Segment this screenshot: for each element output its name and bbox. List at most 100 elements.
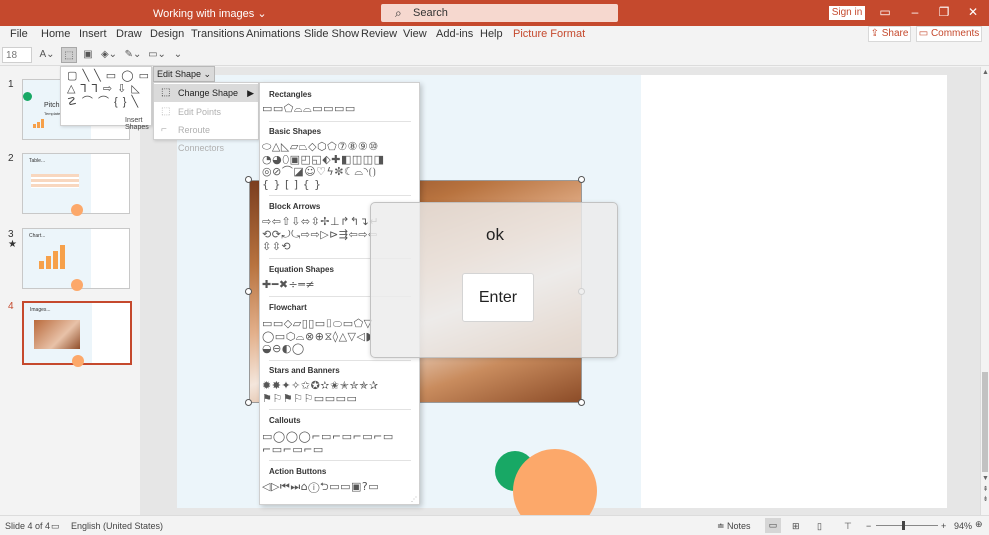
scroll-up-icon[interactable]: ▲ — [981, 69, 989, 76]
change-shape-menu-item[interactable]: ⬚ Change Shape ▶ — [154, 84, 258, 102]
notes-button[interactable]: ≐ Notes — [717, 521, 751, 532]
zoom-in-button[interactable]: + — [941, 521, 946, 531]
gallery-resize-grip-icon[interactable]: ⋰ — [411, 496, 417, 503]
slide-thumbnail-4[interactable]: Images... — [22, 301, 132, 367]
thumb-green-dot — [23, 92, 32, 101]
text-box-icon[interactable]: ▣ — [81, 47, 95, 63]
zoom-level[interactable]: 94% — [954, 521, 972, 531]
section-title-rectangles: Rectangles — [269, 90, 312, 99]
resize-handle[interactable] — [245, 176, 252, 183]
menu-item-label: Reroute Connectors — [178, 125, 225, 153]
on-screen-keyboard: ok Enter — [370, 202, 618, 358]
share-label: Share — [881, 28, 909, 39]
search-placeholder: Search — [413, 7, 448, 19]
customize-toolbar-icon[interactable]: ⌄ — [172, 47, 184, 63]
reroute-connectors-menu-item[interactable]: ⌐ Reroute Connectors — [154, 121, 258, 153]
thumb-orange-dot — [71, 279, 83, 291]
resize-handle[interactable] — [578, 399, 585, 406]
restore-button[interactable]: ❐ — [937, 5, 951, 19]
slide-sorter-icon[interactable]: ⊞ — [792, 521, 800, 532]
basic-shapes-grid[interactable]: ⬭△◺▱⏢◇⬡⬠⑦⑧⑨⑩ ◔◕⬯▣◰◱⬖✚◧◫◫◨ ◎⊘⌒◪☺♡ϟ✼☾⌓◝⟮⟯ … — [262, 140, 418, 191]
edit-shape-label: Edit Shape ⌄ — [157, 69, 212, 79]
callouts-grid[interactable]: ▭◯◯◯⌐▭⌐▭⌐▭⌐▭ ⌐▭⌐▭⌐▭ — [262, 430, 418, 456]
shape-row[interactable]: ▢ ╲ ╲ ▭ ◯ ▭ — [67, 70, 151, 83]
action-buttons-grid[interactable]: ◁▷⏮⏭⌂ⓘ⮌▭▭▣?▭ — [262, 480, 418, 494]
tab-insert[interactable]: Insert — [79, 28, 107, 40]
fit-to-window-icon[interactable]: ⊕ — [975, 519, 983, 530]
edit-shape-button[interactable]: Edit Shape ⌄ — [153, 66, 215, 82]
edit-points-menu-item[interactable]: ⬚ Edit Points — [154, 103, 258, 121]
tab-slide-show[interactable]: Slide Show — [304, 28, 359, 40]
zoom-slider-thumb[interactable] — [902, 521, 905, 530]
document-title[interactable]: Working with images ⌄ — [153, 7, 267, 20]
tab-review[interactable]: Review — [361, 28, 397, 40]
tab-file[interactable]: File — [10, 28, 28, 40]
insert-shapes-grid[interactable]: ▢ ╲ ╲ ▭ ◯ ▭ △ ⅂ ⅂ ⇨ ⇩ ◺ ☡ ⌒ ⌒ { } ╲ — [67, 70, 151, 109]
share-icon: ⇪ — [870, 28, 882, 39]
tab-home[interactable]: Home — [41, 28, 70, 40]
separator — [269, 409, 411, 410]
vertical-scrollbar[interactable]: ▲ ▼ ⇞ ⇟ — [980, 67, 989, 515]
menu-item-label: Change Shape — [178, 88, 239, 98]
sign-in-button[interactable]: Sign in — [829, 6, 865, 20]
shape-row[interactable]: ☡ ⌒ ⌒ { } ╲ — [67, 96, 151, 109]
shape-outline-icon[interactable]: ✎⌄ — [124, 47, 142, 63]
section-title-basic-shapes: Basic Shapes — [269, 127, 322, 136]
stars-and-banners-grid[interactable]: ✹✸✦✧✩✪✫✬✭✮✯✰ ⚑⚐⚑⚐⚐▭▭▭▭ — [262, 379, 418, 405]
slide-thumbnail-3[interactable]: Chart... — [22, 228, 130, 291]
previous-slide-icon[interactable]: ⇞ — [981, 485, 989, 493]
resize-handle[interactable] — [245, 399, 252, 406]
section-title-action-buttons: Action Buttons — [269, 467, 327, 476]
scrollbar-thumb[interactable] — [982, 372, 988, 472]
thumb-orange-dot — [72, 355, 84, 367]
reading-view-icon[interactable]: ▯ — [817, 521, 822, 532]
shape-row[interactable]: △ ⅂ ⅂ ⇨ ⇩ ◺ — [67, 83, 151, 96]
zoom-slider-track[interactable] — [876, 525, 938, 526]
slideshow-view-icon[interactable]: ⊤ — [844, 521, 852, 532]
resize-handle[interactable] — [578, 176, 585, 183]
tab-view[interactable]: View — [403, 28, 427, 40]
resize-handle[interactable] — [245, 288, 252, 295]
comments-button[interactable]: ▭ Comments — [916, 26, 982, 42]
tab-transitions[interactable]: Transitions — [191, 28, 244, 40]
next-slide-icon[interactable]: ⇟ — [981, 495, 989, 503]
minimize-button[interactable]: – — [908, 5, 922, 19]
thumb-title: Table... — [29, 158, 46, 164]
menu-item-label: Edit Points — [178, 107, 222, 117]
shape-effects-icon[interactable]: ▭⌄ — [148, 47, 166, 63]
language-indicator[interactable]: English (United States) — [71, 521, 163, 531]
font-size-box[interactable]: 18 — [2, 47, 32, 63]
tab-help[interactable]: Help — [480, 28, 503, 40]
tab-picture-format[interactable]: Picture Format — [513, 28, 585, 40]
slide-number: 1 — [8, 79, 14, 90]
accessibility-icon[interactable]: ▭ — [51, 521, 60, 532]
enter-key[interactable]: Enter — [462, 273, 534, 322]
thumb-chart-icon — [39, 245, 69, 269]
tab-draw[interactable]: Draw — [116, 28, 142, 40]
ribbon-display-icon[interactable]: ▭ — [878, 5, 892, 19]
edit-points-icon: ⬚ — [161, 106, 171, 117]
slide-thumbnail-2[interactable]: Table... — [22, 153, 130, 216]
notes-label: Notes — [727, 521, 751, 531]
ribbon: 18 A⌄ ⬚ ▣ ◈⌄ ✎⌄ ▭⌄ ⌄ — [0, 44, 989, 66]
close-button[interactable]: ✕ — [966, 5, 980, 19]
thumb-title: Images... — [30, 307, 51, 313]
edit-shape-menu: ⬚ Change Shape ▶ ⬚ Edit Points ⌐ Reroute… — [153, 82, 259, 153]
edit-shape-icon[interactable]: ⬚ — [61, 47, 77, 63]
rectangles-grid[interactable]: ▭▭⬠⌓⌓▭▭▭▭ — [262, 102, 418, 116]
tab-animations[interactable]: Animations — [246, 28, 300, 40]
reroute-connectors-icon: ⌐ — [161, 124, 167, 135]
normal-view-icon[interactable]: ▭ — [765, 518, 781, 533]
thumb-chart-icon — [33, 118, 47, 128]
title-bar: Working with images ⌄ ⌕ Search Sign in ▭… — [0, 0, 989, 26]
font-color-icon[interactable]: A⌄ — [38, 47, 56, 63]
shape-fill-icon[interactable]: ◈⌄ — [100, 47, 118, 63]
share-button[interactable]: ⇪ Share — [868, 26, 911, 42]
thumb-subtitle: Template — [44, 111, 61, 116]
scroll-down-icon[interactable]: ▼ — [981, 475, 989, 482]
zoom-out-button[interactable]: − — [866, 521, 871, 531]
tab-design[interactable]: Design — [150, 28, 184, 40]
tab-add-ins[interactable]: Add-ins — [436, 28, 473, 40]
search-box[interactable]: ⌕ Search — [381, 4, 618, 22]
thumb-orange-dot — [71, 204, 83, 216]
